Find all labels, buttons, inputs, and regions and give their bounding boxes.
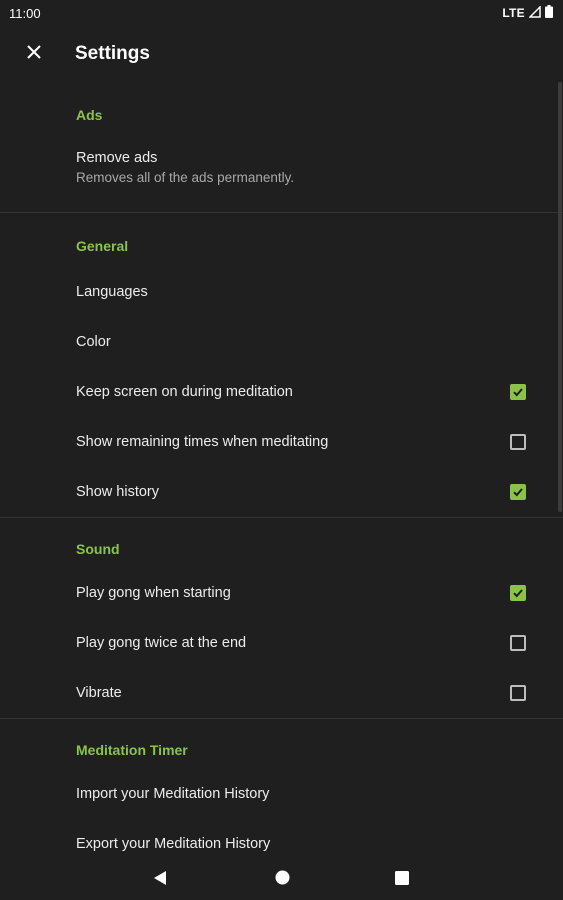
- check-icon: [513, 589, 523, 598]
- home-button[interactable]: [270, 868, 294, 892]
- checkbox-vibrate[interactable]: [510, 685, 526, 701]
- navigation-bar: [0, 860, 563, 900]
- pref-title: Export your Meditation History: [76, 836, 271, 852]
- pref-import-history[interactable]: Import your Meditation History: [0, 769, 563, 819]
- scrollbar[interactable]: [558, 82, 562, 512]
- pref-summary: Removes all of the ads permanently.: [76, 169, 295, 185]
- close-button[interactable]: [12, 32, 56, 76]
- pref-color[interactable]: Color: [0, 317, 563, 367]
- app-bar: Settings: [0, 26, 563, 82]
- status-bar: 11:00 LTE: [0, 0, 563, 26]
- section-header-sound: Sound: [76, 541, 120, 557]
- pref-title: Remove ads: [76, 149, 158, 166]
- pref-title: Show history: [76, 484, 160, 500]
- pref-title: Languages: [76, 284, 148, 300]
- back-triangle-icon: [153, 870, 167, 891]
- back-button[interactable]: [148, 868, 172, 892]
- recents-square-icon: [395, 870, 409, 890]
- check-icon: [513, 388, 523, 397]
- status-icons: LTE: [502, 4, 553, 21]
- pref-vibrate[interactable]: Vibrate: [0, 668, 563, 718]
- pref-languages[interactable]: Languages: [0, 267, 563, 317]
- checkbox-play-gong-twice[interactable]: [510, 635, 526, 651]
- checkbox-show-history[interactable]: [510, 484, 526, 500]
- section-header-meditation-timer: Meditation Timer: [76, 742, 188, 758]
- pref-title: Keep screen on during meditation: [76, 384, 293, 400]
- pref-show-remaining-times[interactable]: Show remaining times when meditating: [0, 417, 563, 467]
- pref-title: Show remaining times when meditating: [76, 434, 329, 450]
- pref-title: Color: [76, 334, 111, 350]
- close-icon: [26, 44, 42, 65]
- checkbox-keep-screen-on[interactable]: [510, 384, 526, 400]
- signal-icon: [528, 4, 541, 21]
- checkbox-play-gong-start[interactable]: [510, 585, 526, 601]
- settings-list[interactable]: Ads Remove ads Removes all of the ads pe…: [0, 82, 563, 860]
- battery-icon: [545, 5, 553, 21]
- pref-title: Play gong twice at the end: [76, 635, 247, 651]
- pref-remove-ads[interactable]: Remove ads Removes all of the ads perman…: [0, 136, 563, 198]
- pref-export-history[interactable]: Export your Meditation History: [0, 819, 563, 860]
- section-header-ads: Ads: [76, 107, 103, 123]
- pref-title: Vibrate: [76, 685, 122, 701]
- pref-title: Play gong when starting: [76, 585, 231, 601]
- pref-play-gong-twice[interactable]: Play gong twice at the end: [0, 618, 563, 668]
- pref-show-history[interactable]: Show history: [0, 467, 563, 517]
- check-icon: [513, 488, 523, 497]
- status-time: 11:00: [9, 5, 41, 21]
- network-type: LTE: [502, 6, 525, 20]
- page-title: Settings: [75, 43, 150, 64]
- home-circle-icon: [275, 870, 290, 890]
- pref-play-gong-start[interactable]: Play gong when starting: [0, 568, 563, 618]
- pref-keep-screen-on[interactable]: Keep screen on during meditation: [0, 367, 563, 417]
- checkbox-show-remaining-times[interactable]: [510, 434, 526, 450]
- section-header-general: General: [76, 238, 129, 254]
- pref-title: Import your Meditation History: [76, 786, 270, 802]
- recents-button[interactable]: [390, 868, 414, 892]
